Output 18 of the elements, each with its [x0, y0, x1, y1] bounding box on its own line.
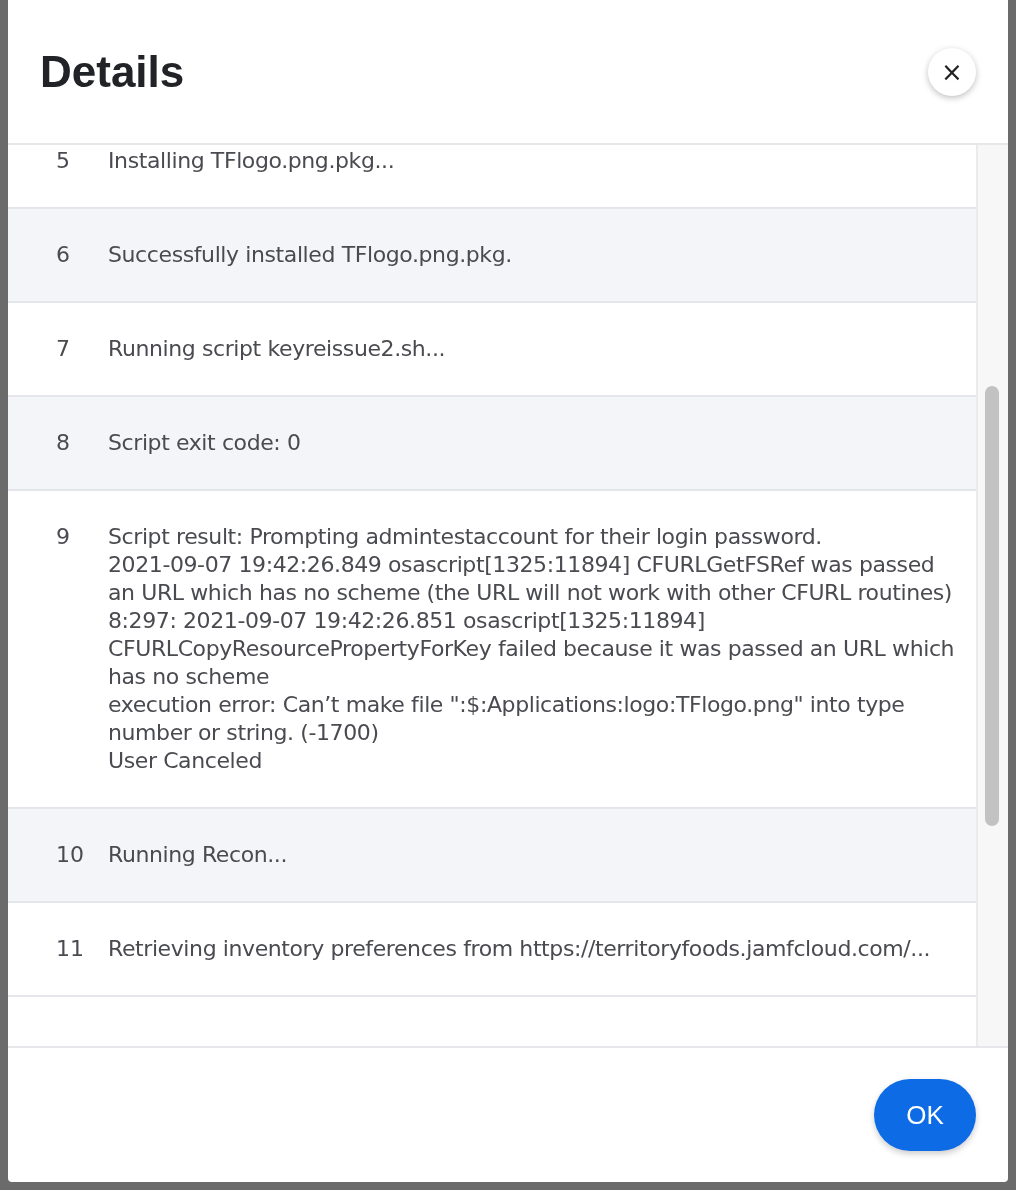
line-number: 6 [56, 241, 71, 269]
log-message: Successfully installed TFlogo.png.pkg. [108, 241, 513, 269]
log-message: Retrieving inventory preferences from https://territoryfoods.jamfcloud.com/... [108, 935, 932, 963]
line-number: 5 [56, 147, 71, 175]
log-message: Script exit code: 0 [108, 429, 302, 457]
scrollbar-thumb[interactable] [985, 386, 999, 826]
line-number: 9 [56, 523, 71, 551]
dialog-title: Details [40, 46, 185, 97]
line-number: 11 [56, 935, 85, 963]
line-number: 8 [56, 429, 71, 457]
ok-button[interactable]: OK [874, 1079, 976, 1151]
line-number: 7 [56, 335, 71, 363]
line-number: 10 [56, 841, 85, 869]
log-message: Installing TFlogo.png.pkg... [108, 147, 396, 175]
log-message: Running script keyreissue2.sh... [108, 335, 447, 363]
close-button[interactable]: × [928, 47, 976, 96]
log-message: Script result: Prompting admintestaccount for their login password. 2021-09-07 19:42:26.849 osascript[1325:11894] CFURLGetFSRef was passed an URL which has no scheme (the URL will not work with other CFURL routines) 8:297: 2021-09-07 19:42:26.851 osascript[1325:11894] CFURLCopyResourcePropertyForKey failed because it was passed an URL which has no scheme execution error: Can’t make file ":$:Applications:logo:TFlogo.png" into type number or string. (-1700) User Canceled [108, 523, 956, 775]
log-message: Running Recon... [108, 841, 289, 869]
